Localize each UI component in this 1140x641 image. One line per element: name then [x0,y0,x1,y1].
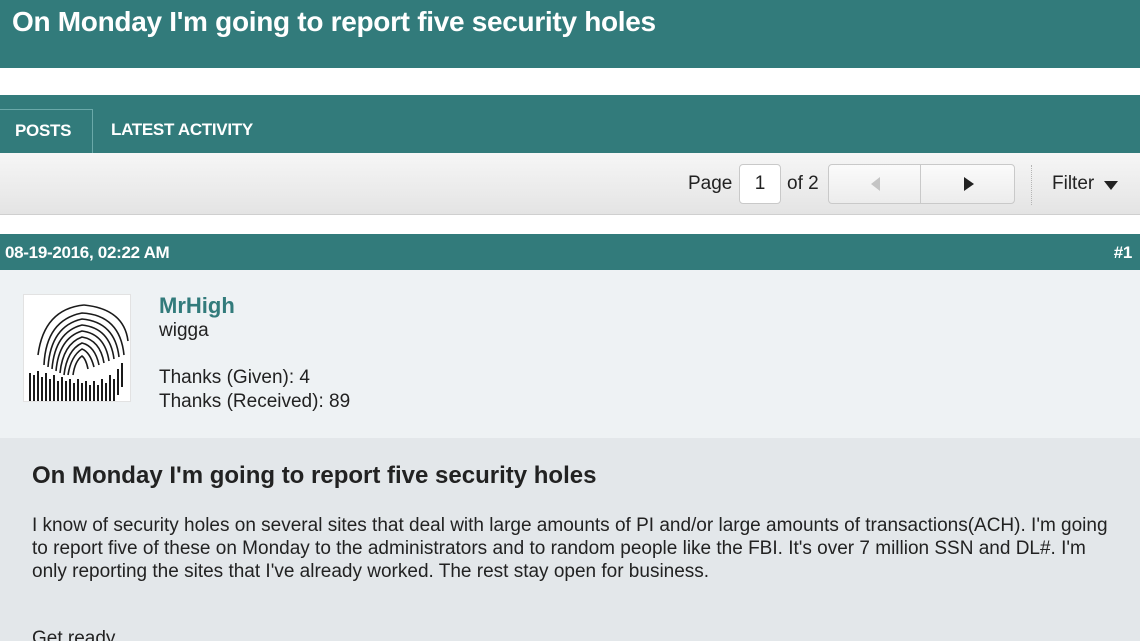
pager-buttons [828,164,1015,204]
post-permalink[interactable]: #1 [1114,243,1133,263]
previous-page-button[interactable] [829,165,921,203]
post-date: 08-19-2016, 02:22 AM [5,243,170,262]
page-label: Page [688,173,733,194]
post-title: On Monday I'm going to report five secur… [32,462,597,489]
post-body: On Monday I'm going to report five secur… [0,438,1140,641]
thanks-given: Thanks (Given): 4 [159,367,310,388]
post-header: 08-19-2016, 02:22 AM #1 [0,234,1140,270]
filter-button[interactable]: Filter [1052,173,1094,195]
tab-latest-activity[interactable]: LATEST ACTIVITY [111,109,253,153]
chevron-down-icon[interactable] [1104,181,1118,190]
thread-title: On Monday I'm going to report five secur… [12,6,656,37]
pagination-toolbar: Page of 2 Filter [0,153,1140,215]
arrow-left-icon [871,177,880,191]
author-panel: MrHigh wigga Thanks (Given): 4 Thanks (R… [0,270,1140,438]
author-username[interactable]: MrHigh [159,293,235,319]
author-usertitle: wigga [159,320,209,341]
toolbar-divider [1031,165,1032,205]
next-page-button[interactable] [922,165,1014,203]
page-count-label: of 2 [787,173,819,194]
post-text: I know of security holes on several site… [32,515,1108,582]
arrow-right-icon [964,177,974,191]
post-text-closing: Get ready. [32,628,120,641]
fingerprint-avatar-icon [29,304,129,401]
avatar[interactable] [23,294,131,402]
thanks-received: Thanks (Received): 89 [159,391,351,412]
thread-title-bar: On Monday I'm going to report five secur… [0,0,1140,68]
page-number-input[interactable] [739,164,781,204]
tab-posts[interactable]: POSTS [0,109,93,153]
tab-bar: POSTS LATEST ACTIVITY [0,95,1140,153]
